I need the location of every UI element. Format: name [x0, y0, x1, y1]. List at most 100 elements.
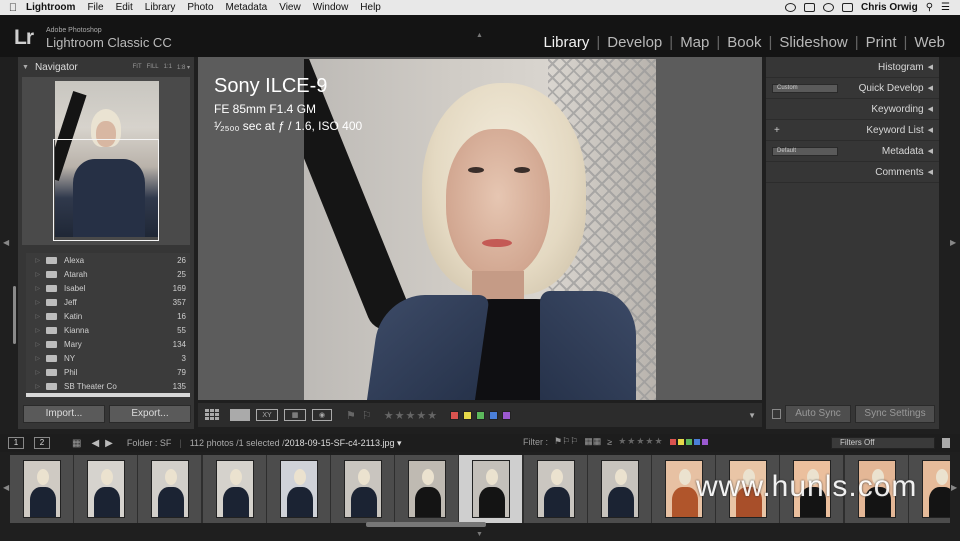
disclosure-icon[interactable]: ▷ — [26, 355, 46, 362]
filter-label-yellow[interactable] — [677, 438, 684, 445]
collapse-triangle-icon[interactable]: ◀ — [928, 147, 933, 155]
folder-row-sf[interactable]: ▷ SF112 — [26, 393, 190, 397]
disclosure-icon[interactable]: ▷ — [26, 257, 46, 264]
panel-quick-develop[interactable]: Custom Quick Develop ◀ — [766, 78, 939, 99]
menu-file[interactable]: File — [87, 2, 103, 13]
folder-row-mary[interactable]: ▷ Mary 134 — [26, 337, 190, 351]
navigator-zoom-rectangle[interactable] — [53, 139, 159, 241]
compare-view-icon[interactable]: XY — [256, 409, 278, 421]
import-button[interactable]: Import... — [23, 405, 105, 423]
disclosure-icon[interactable]: ▷ — [26, 313, 46, 320]
filter-rating-operator[interactable]: ≥ — [607, 437, 612, 447]
auto-sync-button[interactable]: Auto Sync — [785, 405, 851, 423]
disclosure-icon[interactable]: ▷ — [26, 285, 46, 292]
quick-develop-preset-select[interactable]: Custom — [772, 83, 838, 93]
primary-window-button[interactable]: 1 — [8, 437, 24, 449]
export-button[interactable]: Export... — [109, 405, 191, 423]
filmstrip-thumbnail[interactable] — [331, 455, 394, 523]
collapse-triangle-icon[interactable]: ◀ — [928, 105, 933, 113]
module-book[interactable]: Book — [720, 34, 768, 51]
zoom-fill[interactable]: FILL — [147, 64, 159, 71]
filmstrip-thumbnail[interactable] — [588, 455, 651, 523]
sync-settings-button[interactable]: Sync Settings — [855, 405, 935, 423]
filter-edit-icons[interactable]: ▦▦ — [584, 436, 601, 447]
filter-preset-select[interactable]: Filters Off — [831, 437, 935, 449]
filmstrip-thumbnail[interactable] — [395, 455, 458, 523]
disclosure-icon[interactable]: ▷ — [26, 397, 46, 398]
collapse-triangle-icon[interactable]: ◀ — [928, 63, 933, 71]
filmstrip-thumbnail[interactable] — [10, 455, 73, 523]
menu-window[interactable]: Window — [313, 2, 349, 13]
add-keyword-icon[interactable]: + — [774, 125, 780, 136]
auto-sync-switch[interactable] — [772, 409, 781, 419]
flag-pick-icon[interactable]: ⚑ — [346, 409, 356, 422]
color-label-yellow[interactable] — [463, 410, 473, 420]
menu-library[interactable]: Library — [145, 2, 176, 13]
filter-label-green[interactable] — [685, 438, 692, 445]
flag-reject-icon[interactable]: ⚐ — [362, 409, 372, 422]
panel-comments[interactable]: Comments ◀ — [766, 162, 939, 183]
toolbar-menu-icon[interactable]: ▼ — [748, 411, 756, 420]
left-panel-toggle-icon[interactable]: ◀ — [3, 238, 9, 247]
module-library[interactable]: Library — [536, 34, 596, 51]
folder-row-sb-theater-co[interactable]: ▷ SB Theater Co 135 — [26, 379, 190, 393]
top-panel-toggle-icon[interactable]: ▲ — [476, 32, 483, 39]
module-slideshow[interactable]: Slideshow — [772, 34, 854, 51]
folder-row-phil[interactable]: ▷ Phil 79 — [26, 365, 190, 379]
disclosure-icon[interactable]: ▷ — [26, 383, 46, 390]
folder-row-ny[interactable]: ▷ NY 3 — [26, 351, 190, 365]
filmstrip-scroll-right-icon[interactable]: ▶ — [951, 483, 957, 492]
panel-metadata[interactable]: Default Metadata ◀ — [766, 141, 939, 162]
right-panel-toggle-icon[interactable]: ▶ — [950, 238, 956, 247]
collapse-triangle-icon[interactable]: ▼ — [22, 64, 29, 71]
folder-row-katin[interactable]: ▷ Katin 16 — [26, 309, 190, 323]
loupe-view[interactable]: Sony ILCE-9 FE 85mm F1.4 GM ¹⁄₂₅₀₀ sec a… — [198, 57, 762, 400]
filmstrip-scrollbar[interactable] — [366, 522, 486, 527]
folder-row-jeff[interactable]: ▷ Jeff 357 — [26, 295, 190, 309]
color-label-green[interactable] — [476, 410, 486, 420]
collapse-triangle-icon[interactable]: ◀ — [928, 168, 933, 176]
navigator-preview[interactable] — [22, 77, 190, 245]
apple-icon[interactable]:  — [0, 2, 26, 14]
folder-row-atarah[interactable]: ▷ Atarah 25 — [26, 267, 190, 281]
menu-user-name[interactable]: Chris Orwig — [861, 2, 918, 13]
filmstrip-thumbnail[interactable] — [267, 455, 330, 523]
spotlight-icon[interactable]: ⚲ — [926, 2, 933, 13]
disclosure-icon[interactable]: ▷ — [26, 271, 46, 278]
back-arrow-icon[interactable]: ◀ — [91, 438, 99, 449]
people-view-icon[interactable]: ◉ — [312, 409, 332, 421]
creative-cloud-icon[interactable] — [785, 3, 797, 12]
filter-flag-icons[interactable]: ⚑⚐⚐ — [554, 436, 578, 447]
module-map[interactable]: Map — [673, 34, 716, 51]
folder-row-isabel[interactable]: ▷ Isabel 169 — [26, 281, 190, 295]
zoom-custom[interactable]: 1:8 ▾ — [177, 64, 190, 71]
color-label-blue[interactable] — [489, 410, 499, 420]
filter-label-purple[interactable] — [701, 438, 708, 445]
loupe-view-icon[interactable] — [230, 409, 250, 421]
star-rating[interactable]: ★★★★★ — [384, 409, 438, 422]
filmstrip-thumbnail[interactable] — [74, 455, 137, 523]
left-panel-scrollbar[interactable] — [13, 286, 16, 344]
disclosure-icon[interactable]: ▷ — [26, 327, 46, 334]
module-web[interactable]: Web — [907, 34, 952, 51]
zoom-1-1[interactable]: 1:1 — [164, 64, 172, 71]
filmstrip-thumbnail[interactable] — [524, 455, 587, 523]
panel-keywording[interactable]: Keywording ◀ — [766, 99, 939, 120]
navigator-header[interactable]: ▼ Navigator FIT FILL 1:1 1:8 ▾ — [22, 59, 190, 75]
go-to-grid-icon[interactable]: ▦ — [72, 438, 81, 449]
panel-histogram[interactable]: Histogram ◀ — [766, 57, 939, 78]
module-develop[interactable]: Develop — [600, 34, 669, 51]
disclosure-icon[interactable]: ▷ — [26, 341, 46, 348]
filmstrip-source[interactable]: Folder : SF — [127, 438, 172, 448]
menu-view[interactable]: View — [279, 2, 301, 13]
filmstrip-scroll-left-icon[interactable]: ◀ — [3, 483, 9, 492]
filmstrip-thumbnail[interactable] — [459, 455, 522, 523]
panel-keyword-list[interactable]: + Keyword List ◀ — [766, 120, 939, 141]
wifi-icon[interactable] — [823, 3, 835, 12]
filter-label-red[interactable] — [669, 438, 676, 445]
filmstrip-filename[interactable]: 2018-09-15-SF-c4-2113.jpg ▾ — [285, 438, 402, 449]
grid-view-icon[interactable] — [204, 409, 224, 421]
module-print[interactable]: Print — [859, 34, 904, 51]
forward-arrow-icon[interactable]: ▶ — [105, 438, 113, 449]
zoom-fit[interactable]: FIT — [133, 64, 142, 71]
